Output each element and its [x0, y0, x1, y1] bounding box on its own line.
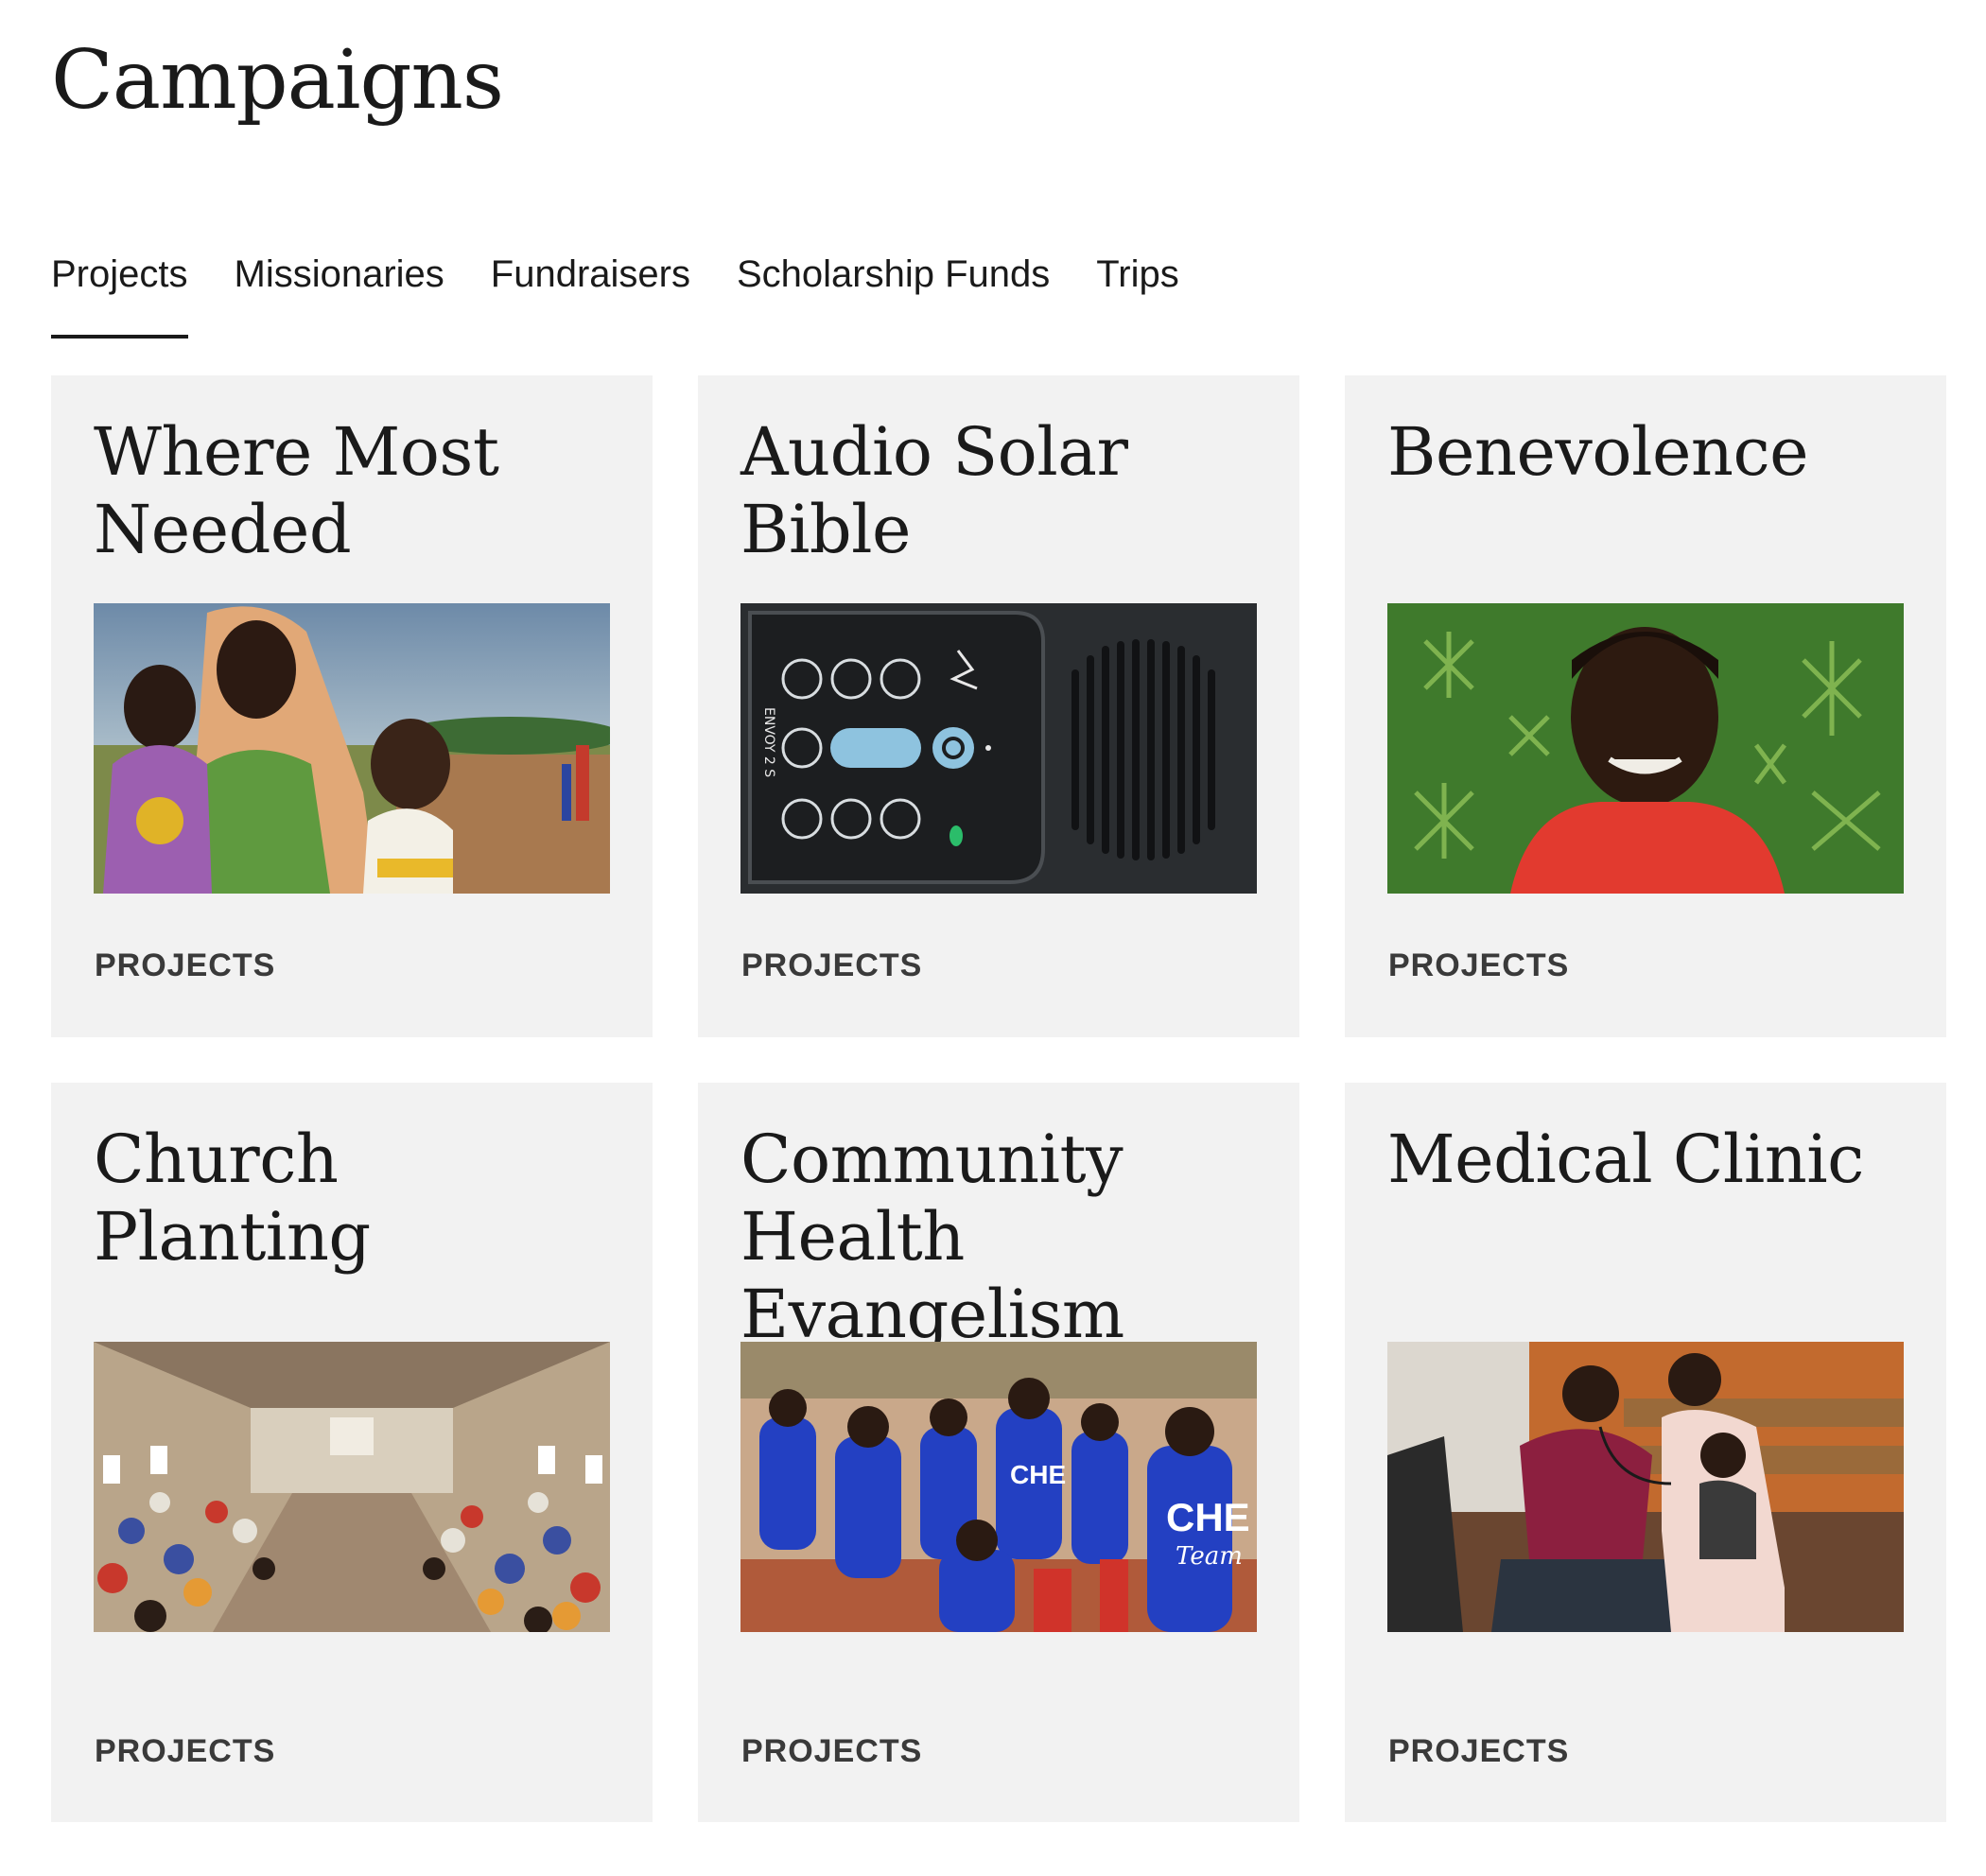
tab-scholarship-funds[interactable]: Scholarship Funds: [737, 248, 1050, 340]
card-image[interactable]: [1387, 1342, 1904, 1632]
card-title: Medical Clinic: [1387, 1120, 1864, 1198]
tab-missionaries[interactable]: Missionaries: [235, 248, 444, 340]
photo-smiling-child-red-shirt: [1387, 603, 1904, 894]
card-title: Where Most Needed: [94, 413, 499, 568]
card-category-tag: PROJECTS: [95, 947, 276, 983]
campaign-card-benevolence[interactable]: Benevolence PROJECTS: [1345, 375, 1946, 1037]
photo-doctor-examining-baby: [1387, 1342, 1904, 1632]
campaign-card-where-most-needed[interactable]: Where Most Needed PROJECTS: [51, 375, 653, 1037]
photo-woman-with-two-children: [94, 603, 610, 894]
campaign-grid: Where Most Needed PROJECTS Audio Solar B…: [51, 375, 1946, 1822]
shirt-label: CHE: [1166, 1495, 1250, 1539]
campaign-card-community-health-evangelism[interactable]: Community Health Evangelism CHE Team CHE…: [698, 1083, 1299, 1822]
card-category-tag: PROJECTS: [741, 947, 923, 983]
photo-church-congregation: [94, 1342, 610, 1632]
campaign-tabs: Projects Missionaries Fundraisers Schola…: [51, 248, 1179, 340]
card-image[interactable]: [94, 1342, 610, 1632]
card-title: Audio Solar Bible: [740, 413, 1128, 568]
device-label: ENVOY 2 S: [761, 707, 776, 777]
card-category-tag: PROJECTS: [741, 1733, 923, 1769]
card-image[interactable]: CHE Team CHE: [740, 1342, 1257, 1632]
shirt-sublabel: Team: [1176, 1542, 1243, 1571]
card-category-tag: PROJECTS: [95, 1733, 276, 1769]
card-category-tag: PROJECTS: [1388, 1733, 1570, 1769]
campaign-card-medical-clinic[interactable]: Medical Clinic PROJECTS: [1345, 1083, 1946, 1822]
photo-audio-bible-device: ENVOY 2 S: [740, 603, 1257, 894]
tab-fundraisers[interactable]: Fundraisers: [491, 248, 690, 340]
card-title: Benevolence: [1387, 413, 1809, 491]
card-title: Community Health Evangelism: [740, 1120, 1124, 1353]
page-title: Campaigns: [51, 33, 504, 128]
tab-projects[interactable]: Projects: [51, 248, 188, 340]
card-image[interactable]: [94, 603, 610, 894]
tab-trips[interactable]: Trips: [1096, 248, 1178, 340]
card-category-tag: PROJECTS: [1388, 947, 1570, 983]
card-image[interactable]: ENVOY 2 S: [740, 603, 1257, 894]
photo-che-team-crowd: CHE Team CHE: [740, 1342, 1257, 1632]
campaign-card-audio-solar-bible[interactable]: Audio Solar Bible ENVOY 2 S PROJECTS: [698, 375, 1299, 1037]
campaign-card-church-planting[interactable]: Church Planting PROJECTS: [51, 1083, 653, 1822]
card-image[interactable]: [1387, 603, 1904, 894]
card-title: Church Planting: [94, 1120, 371, 1276]
shirt-label-2: CHE: [1010, 1460, 1066, 1489]
